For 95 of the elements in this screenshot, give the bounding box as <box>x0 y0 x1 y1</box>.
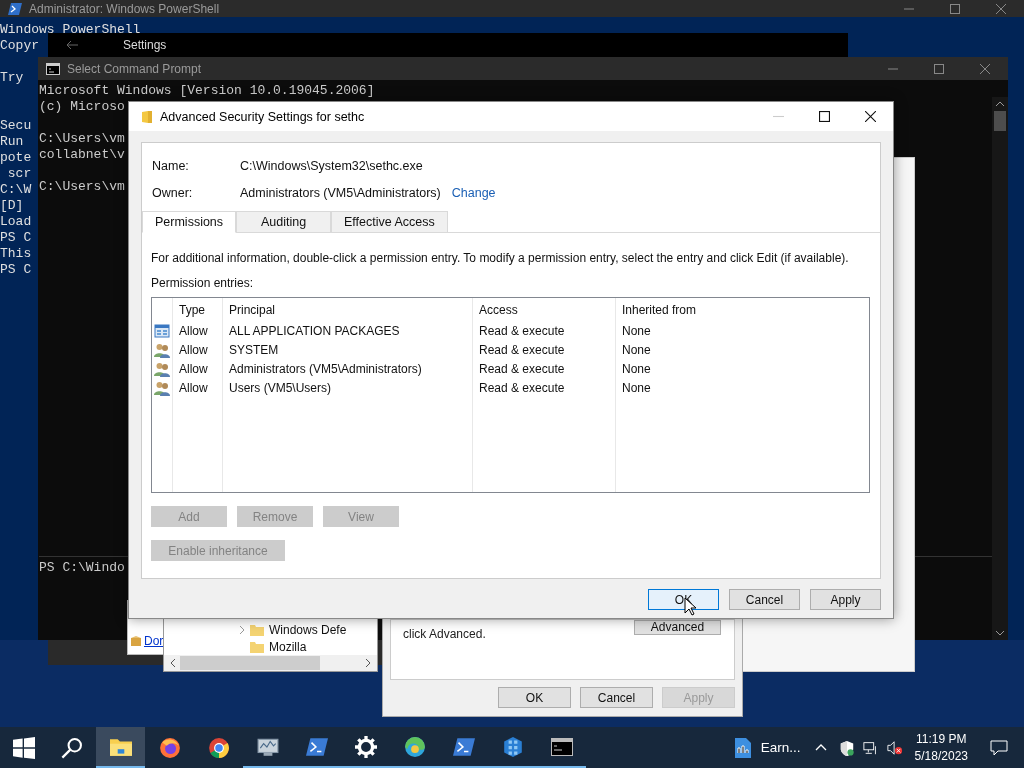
table-cell: ALL APPLICATION PACKAGES <box>223 321 473 340</box>
users-icon <box>154 379 170 396</box>
table-cell: Administrators (VM5\Administrators) <box>223 359 473 378</box>
clock-time: 11:19 PM <box>916 730 967 748</box>
dialog-button[interactable]: OK <box>498 687 571 708</box>
terminal-line: Run <box>0 134 24 150</box>
folder-icon <box>250 623 264 636</box>
field-label: Name: <box>152 159 190 173</box>
window-title: Advanced Security Settings for sethc <box>160 109 365 124</box>
table-cell: Read & execute <box>473 378 616 397</box>
instruction-text: For additional information, double-click a permission entry. To modify a permission entry, select the entry and click Edit (if available). <box>151 251 850 265</box>
terminal-line: scr <box>6 166 32 182</box>
dialog-button[interactable]: Cancel <box>729 589 800 610</box>
link[interactable]: Dor <box>144 634 164 648</box>
clock-date: 5/18/2023 <box>914 747 968 765</box>
close-icon[interactable] <box>864 111 876 122</box>
table-cell-text: None <box>621 341 652 359</box>
scroll-thumb[interactable] <box>180 656 320 670</box>
folder-icon[interactable] <box>96 727 145 768</box>
terminal-line: C:\W <box>0 182 32 198</box>
scroll-down-icon[interactable] <box>995 630 1005 636</box>
document-icon <box>734 737 751 758</box>
table-cell: Allow <box>173 378 223 397</box>
tree-item[interactable]: Mozilla <box>269 639 307 654</box>
tab[interactable]: Effective Access <box>331 211 448 233</box>
hint-text: click Advanced. <box>403 627 486 641</box>
column-header[interactable]: Type <box>173 298 223 321</box>
section-label: Permission entries: <box>151 276 255 290</box>
table-cell-text: None <box>621 322 652 340</box>
table-cell: Users (VM5\Users) <box>223 378 473 397</box>
scrollbar[interactable] <box>992 97 1008 640</box>
table-cell: Read & execute <box>473 359 616 378</box>
table-cell-text: None <box>621 379 652 397</box>
terminal-line: Load <box>0 214 32 230</box>
change-link[interactable]: Change <box>451 186 496 200</box>
scroll-thumb[interactable] <box>994 111 1006 131</box>
back-arrow-icon[interactable] <box>66 40 78 50</box>
network-icon[interactable] <box>862 739 879 756</box>
search-icon <box>61 736 83 759</box>
table-cell: SYSTEM <box>223 340 473 359</box>
taskbar-file-button[interactable]: Earn... <box>724 727 811 768</box>
folder-icon <box>141 109 153 124</box>
tree-item[interactable]: Windows Defe <box>269 622 347 637</box>
shield-icon[interactable] <box>838 739 855 756</box>
terminal-line: Try <box>0 70 24 86</box>
users-icon <box>154 341 170 358</box>
muted-speaker-icon[interactable] <box>886 739 903 756</box>
tab[interactable]: Permissions <box>142 211 236 233</box>
tab[interactable]: Auditing <box>236 211 331 233</box>
start-icon <box>13 736 35 759</box>
table-cell: Allow <box>173 321 223 340</box>
table-cell: Allow <box>173 340 223 359</box>
field-value: C:\Windows\System32\sethc.exe <box>240 159 423 173</box>
terminal-icon <box>46 62 60 75</box>
maximize-icon[interactable] <box>818 111 830 122</box>
table-cell: Allow <box>173 359 223 378</box>
table-cell: Read & execute <box>473 321 616 340</box>
terminal-line: This <box>0 246 32 262</box>
terminal-line: PS C:\Windo <box>39 560 125 576</box>
scroll-up-icon[interactable] <box>995 101 1005 107</box>
field-label: Owner: <box>152 186 194 200</box>
terminal-line: C:\Users\vm <box>39 179 125 195</box>
advanced-button[interactable]: Advanced <box>634 620 721 635</box>
terminal-line: pote <box>0 150 32 166</box>
table-cell: Read & execute <box>473 340 616 359</box>
users-icon <box>154 360 170 377</box>
chevron-up-icon[interactable] <box>814 744 827 751</box>
terminal-line: PS C <box>0 262 32 278</box>
terminal-line: [D] <box>0 198 24 214</box>
scroll-right-icon[interactable] <box>365 658 371 668</box>
scrollbar[interactable] <box>164 655 377 671</box>
terminal-line: C:\Users\vm <box>39 131 125 147</box>
window-title: Settings <box>123 38 167 52</box>
notification-icon[interactable] <box>990 739 1008 756</box>
field-value: Administrators (VM5\Administrators) <box>240 186 441 200</box>
dialog-button[interactable]: Cancel <box>580 687 653 708</box>
chevron-icon[interactable] <box>239 624 245 635</box>
terminal-line: Microsoft Windows [Version 10.0.19045.2006] <box>39 83 375 99</box>
column-header[interactable]: Principal <box>223 298 473 321</box>
window-grid-icon <box>154 322 170 339</box>
terminal-line: collabnet\v <box>39 147 125 163</box>
window-title: Select Command Prompt <box>67 61 202 76</box>
terminal-line: Windows PowerShell <box>0 22 141 38</box>
column-header[interactable]: Inherited from <box>616 298 869 321</box>
terminal-line: Copyr <box>0 38 39 54</box>
window-title: Administrator: Windows PowerShell <box>29 1 220 16</box>
package-icon <box>130 635 142 647</box>
terminal-line: PS C <box>0 230 32 246</box>
terminal-line: (c) Microso <box>39 99 125 115</box>
column-header[interactable]: Access <box>473 298 616 321</box>
dialog-button[interactable]: Apply <box>810 589 881 610</box>
table-cell-text: None <box>621 360 652 378</box>
scroll-left-icon[interactable] <box>170 658 176 668</box>
prompt-icon <box>8 2 22 15</box>
terminal-line: Secu <box>0 118 32 134</box>
